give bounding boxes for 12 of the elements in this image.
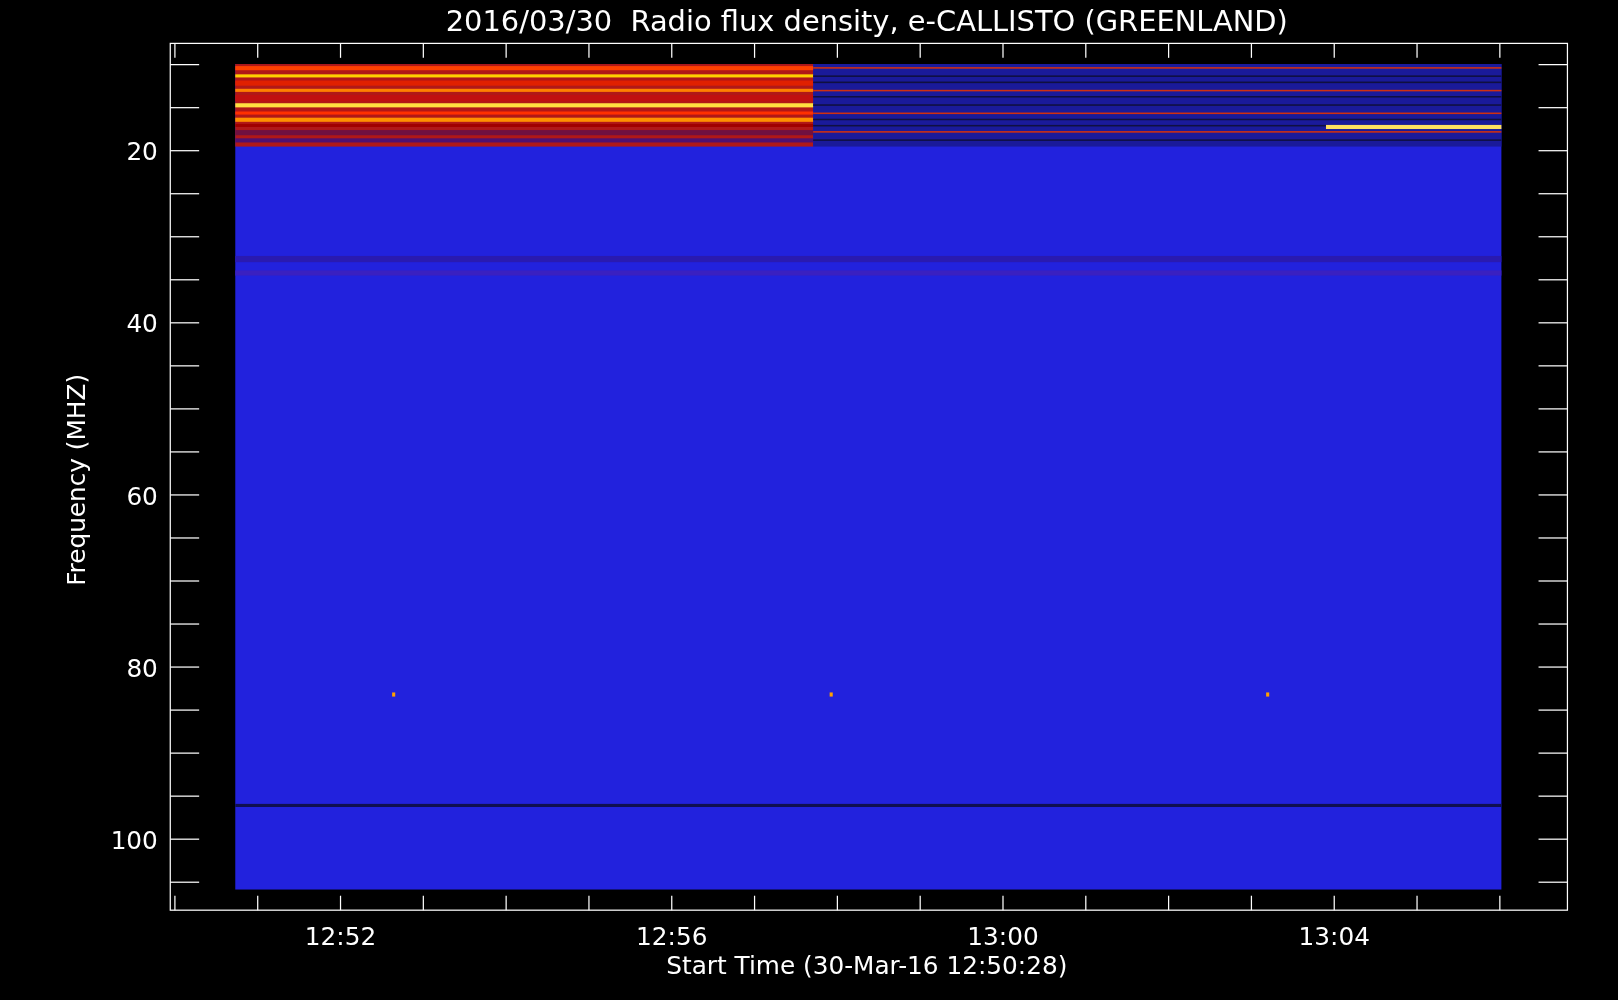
tick-label: 13:00 [967,922,1039,952]
tick-label: 100 [110,826,158,856]
x-axis-label: Start Time (30-Mar-16 12:50:28) [666,951,1068,981]
tick-label: 12:56 [636,922,708,952]
tick-label: 13:04 [1298,922,1370,952]
y-axis-label: Frequency (MHZ) [61,373,91,586]
tick-label: 60 [126,481,158,511]
chart-title: 2016/03/30 Radio flux density, e-CALLISTO (GREENLAND) [445,4,1288,38]
tick-label: 20 [126,137,158,166]
tick-label: 80 [126,653,158,683]
tick-label: 12:52 [304,922,377,952]
tick-label: 40 [126,309,158,339]
